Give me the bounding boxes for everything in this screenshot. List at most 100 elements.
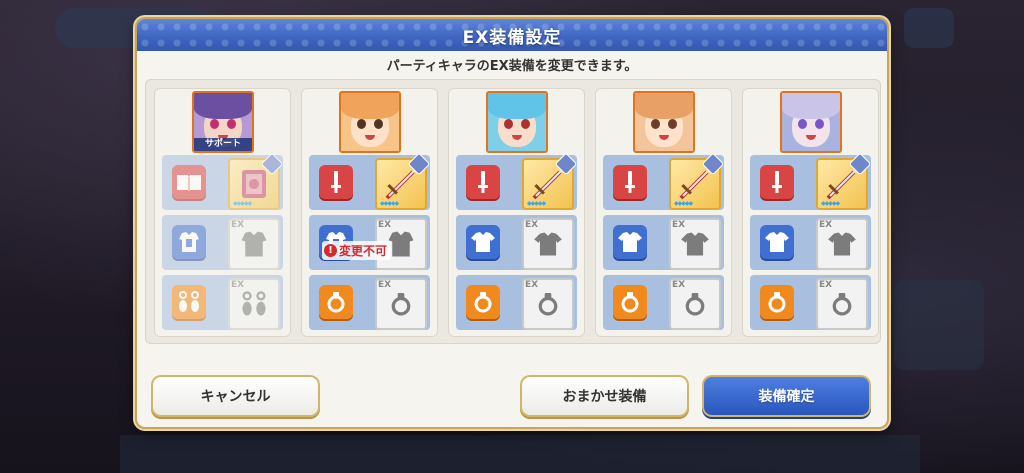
portrait-eye [504,119,513,129]
background-side-panel [894,280,984,370]
ex-label: EX [819,280,833,290]
equip-row-1[interactable]: ◆◆◆◆◆ [603,152,725,210]
equip-row-3[interactable]: EX [309,275,430,330]
portrait-eye [210,119,219,129]
character-portrait[interactable] [486,91,548,153]
dialog-titlebar: EX装備設定 [137,19,887,51]
slot-type-book-icon [172,165,206,199]
ex-equip-dialog: EX装備設定 パーティキャラのEX装備を変更できます。 サポート ◆◆◆◆◆ EX E… [137,19,887,427]
equipped-spellbook-icon: ◆◆◆◆◆ [228,152,284,210]
slot-type-shirt-icon [760,225,794,259]
equip-row-1: ◆◆◆◆◆ [162,152,284,210]
party-column-2: ◆◆◆◆◆ EX EX [301,88,438,337]
slot-type-sword-icon [613,165,647,199]
party-panel: サポート ◆◆◆◆◆ EX EX ◆◆◆◆◆ EX EX ◆◆◆◆◆ EX EX ◆◆◆◆◆ EX EX… [145,79,881,344]
background-footer-tabs [120,435,920,473]
equip-row-2: EX [162,215,283,270]
empty-ex-slot: EX [228,278,280,330]
portrait-eye [374,119,383,129]
background-help [904,8,954,48]
slot-type-sword-icon [760,165,794,199]
equip-rows: ◆◆◆◆◆ EX EX [162,152,284,335]
equip-row-3[interactable]: EX [750,275,871,330]
equip-rows: ◆◆◆◆◆ EX EX [750,152,872,335]
portrait-hair [782,93,840,120]
slot-type-ring-icon [760,285,794,319]
slot-type-sword-icon [466,165,500,199]
character-portrait[interactable] [339,91,401,153]
rarity-stars: ◆◆◆◆◆ [674,200,693,207]
character-portrait[interactable] [633,91,695,153]
party-column-3: ◆◆◆◆◆ EX EX [448,88,585,337]
equip-row-1[interactable]: ◆◆◆◆◆ [456,152,578,210]
equip-row-2[interactable]: EX [603,215,724,270]
confirm-equip-button[interactable]: 装備確定 [704,377,869,415]
empty-ex-slot[interactable]: EX [375,278,427,330]
ex-label: EX [378,220,392,230]
equipped-sword-icon[interactable]: ◆◆◆◆◆ [375,152,431,210]
slot-type-shirt-icon [466,225,500,259]
empty-ex-slot[interactable]: EX [669,218,721,270]
portrait-hair [488,93,546,120]
portrait-eye [815,119,824,129]
equip-row-1[interactable]: ◆◆◆◆◆ [750,152,872,210]
ex-label: EX [525,280,539,290]
party-column-4: ◆◆◆◆◆ EX EX [595,88,732,337]
equip-row-3[interactable]: EX [456,275,577,330]
equip-row-1[interactable]: ◆◆◆◆◆ [309,152,431,210]
locked-badge: ! 変更不可 [322,241,392,260]
ex-label: EX [672,220,686,230]
locked-label: 変更不可 [339,244,388,258]
slot-type-ring-icon [613,285,647,319]
equip-rows: ◆◆◆◆◆ EX EX [456,152,578,335]
slot-type-shirt-icon [613,225,647,259]
dialog-subtitle: パーティキャラのEX装備を変更できます。 [386,59,638,74]
auto-equip-button[interactable]: おまかせ装備 [522,377,687,415]
character-portrait[interactable] [780,91,842,153]
cancel-button[interactable]: キャンセル [153,377,318,415]
empty-ex-slot[interactable]: EX [816,218,868,270]
empty-ex-slot[interactable]: EX [816,278,868,330]
portrait-hair [341,93,399,120]
equipped-sword-icon[interactable]: ◆◆◆◆◆ [816,152,872,210]
ex-label: EX [525,220,539,230]
portrait-hair [194,93,252,120]
slot-type-earring-icon [172,285,206,319]
party-column-5: ◆◆◆◆◆ EX EX [742,88,879,337]
portrait-eye [651,119,660,129]
ex-label: EX [378,280,392,290]
rarity-stars: ◆◆◆◆◆ [821,200,840,207]
empty-ex-slot[interactable]: EX [522,278,574,330]
empty-ex-slot: EX [228,218,280,270]
support-label: サポート [194,138,252,151]
portrait-eye [668,119,677,129]
portrait-eye [798,119,807,129]
party-column-1: サポート ◆◆◆◆◆ EX EX [154,88,291,337]
slot-type-sword-icon [319,165,353,199]
slot-type-ring-icon [466,285,500,319]
ex-label: EX [819,220,833,230]
dialog-title: EX装備設定 [462,27,562,48]
ex-label: EX [672,280,686,290]
portrait-eye [521,119,530,129]
character-portrait[interactable]: サポート [192,91,254,153]
ex-label: EX [231,220,245,230]
empty-ex-slot[interactable]: EX [669,278,721,330]
equip-row-3: EX [162,275,283,330]
rarity-stars: ◆◆◆◆◆ [527,200,546,207]
equip-row-3[interactable]: EX [603,275,724,330]
equip-rows: ◆◆◆◆◆ EX EX [603,152,725,335]
equipped-sword-icon[interactable]: ◆◆◆◆◆ [522,152,578,210]
equip-row-2[interactable]: EX [456,215,577,270]
equipped-sword-icon[interactable]: ◆◆◆◆◆ [669,152,725,210]
empty-ex-slot[interactable]: EX [522,218,574,270]
rarity-stars: ◆◆◆◆◆ [380,200,399,207]
portrait-hair [635,93,693,120]
portrait-eye [227,119,236,129]
rarity-stars: ◆◆◆◆◆ [233,200,252,207]
warning-icon: ! [324,244,337,257]
equip-row-2[interactable]: EX [750,215,871,270]
ex-label: EX [231,280,245,290]
slot-type-ring-icon [319,285,353,319]
slot-type-armor-icon [172,225,206,259]
